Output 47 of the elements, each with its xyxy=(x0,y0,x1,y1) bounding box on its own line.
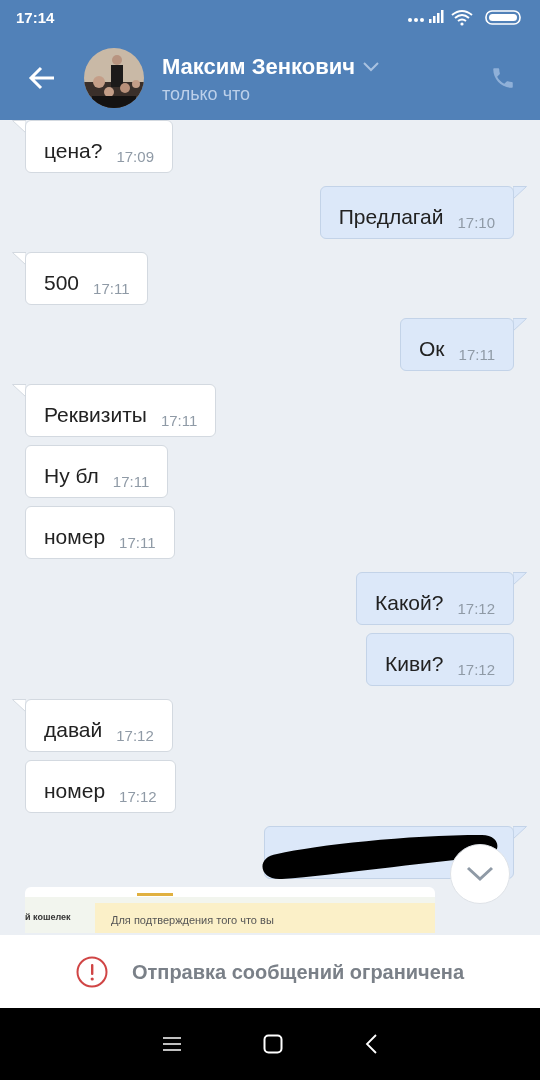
message-text: Ну бл xyxy=(44,465,99,486)
message-bubble[interactable]: номер 17:11 xyxy=(25,506,175,559)
message-time: 17:12 xyxy=(116,728,154,743)
last-seen-status: только что xyxy=(162,83,252,106)
message-text: цена? xyxy=(44,140,103,161)
sidebar-label: й кошелек xyxy=(25,912,71,922)
message-time: 17:10 xyxy=(457,215,495,230)
message-text: номер xyxy=(44,526,106,547)
message-text: давай xyxy=(44,719,103,740)
message-text: Реквизиты xyxy=(44,404,147,425)
message-text: Ок xyxy=(419,338,445,359)
warning-icon xyxy=(75,955,108,988)
message-text: Киви? xyxy=(384,653,444,674)
message-bubble[interactable]: Киви? 17:12 xyxy=(365,633,514,686)
status-time: 17:14 xyxy=(16,7,55,28)
message-bubble[interactable]: Ок 17:11 xyxy=(400,318,514,371)
message-bubble[interactable]: Реквизиты 17:11 xyxy=(25,384,217,437)
back-arrow-icon[interactable] xyxy=(28,66,56,90)
back-icon[interactable] xyxy=(365,1034,377,1054)
message-time: 17:11 xyxy=(112,474,150,489)
message-text: номер xyxy=(44,780,106,801)
message-bubble[interactable]: давай 17:12 xyxy=(25,699,173,752)
message-text: Какой? xyxy=(375,592,444,613)
menu-icon[interactable] xyxy=(163,1036,181,1052)
message-text: Предлагай xyxy=(338,206,444,227)
message-time: 17:11 xyxy=(458,347,495,362)
home-icon[interactable] xyxy=(263,1034,283,1054)
attached-screenshot[interactable]: й кошелек Для подтверждения того что вы xyxy=(25,887,435,933)
message-time: 17:12 xyxy=(119,789,157,804)
message-time: 17:11 xyxy=(93,281,130,296)
message-time: 17:11 xyxy=(160,413,198,428)
tab-indicator xyxy=(137,893,173,896)
message-bubble[interactable]: Предлагай 17:10 xyxy=(319,186,514,239)
message-time: 17:12 xyxy=(457,601,495,616)
message-time: 17:11 xyxy=(119,535,156,550)
message-bubble[interactable]: цена? 17:09 xyxy=(25,120,173,173)
chevron-down-icon xyxy=(466,866,494,882)
message-time: 17:12 xyxy=(457,662,495,677)
contact-name[interactable]: Максим Зенкович xyxy=(162,50,355,84)
message-text: 500 xyxy=(44,272,80,293)
message-time: 17:09 xyxy=(116,149,154,164)
message-bubble[interactable]: Какой? 17:12 xyxy=(356,572,514,625)
restriction-notice: Отправка сообщений ограничена xyxy=(131,959,465,985)
message-bubble[interactable]: 500 17:11 xyxy=(25,252,149,305)
message-bubble[interactable]: номер 17:12 xyxy=(25,760,176,813)
notice-text: Для подтверждения того что вы xyxy=(111,914,274,926)
message-bubble[interactable]: Ну бл 17:11 xyxy=(25,445,169,498)
